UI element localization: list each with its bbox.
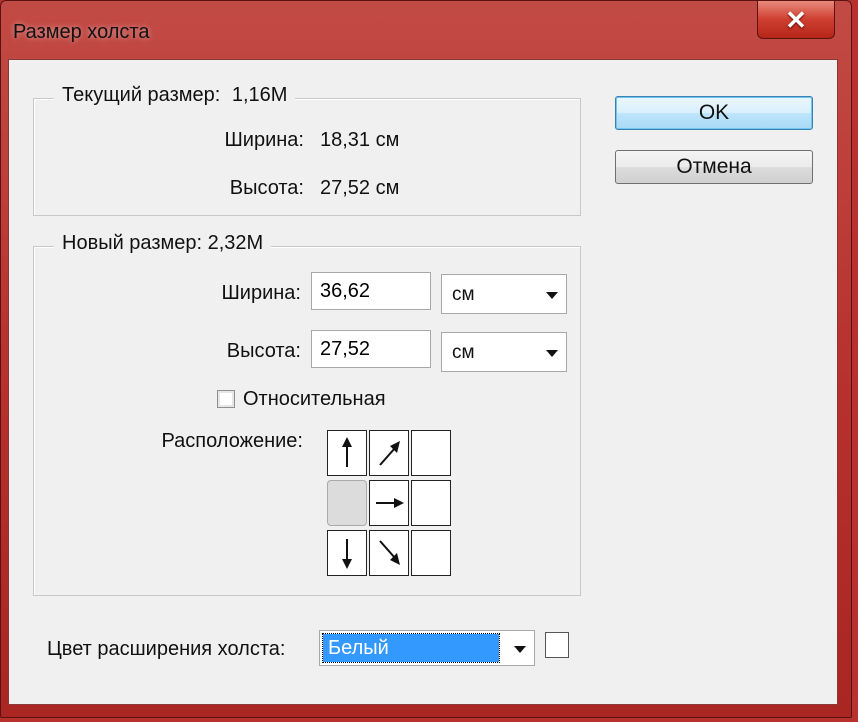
arrow-up-right-icon	[379, 441, 400, 466]
anchor-top-right[interactable]	[411, 430, 451, 476]
anchor-top-center[interactable]	[369, 430, 409, 476]
current-size-legend: Текущий размер: 1,16M	[54, 84, 296, 107]
new-height-label: Высота:	[226, 340, 301, 362]
current-height-value: 27,52 см	[320, 177, 400, 199]
arrow-right-icon	[376, 498, 404, 508]
extension-color-select[interactable]: Белый	[319, 630, 535, 666]
relative-label[interactable]: Относительная	[243, 388, 386, 411]
new-width-label: Ширина:	[221, 282, 301, 304]
current-width-label: Ширина:	[224, 129, 304, 151]
current-size-group: Текущий размер: 1,16M Ширина: 18,31 см В…	[33, 84, 581, 216]
dialog-title: Размер холста	[13, 21, 150, 43]
dialog-body: Текущий размер: 1,16M Ширина: 18,31 см В…	[8, 59, 838, 705]
height-unit-select[interactable]: см	[441, 332, 567, 372]
anchor-label: Расположение:	[161, 430, 303, 452]
close-button[interactable]: ✕	[757, 1, 835, 39]
close-icon: ✕	[785, 4, 807, 35]
canvas-size-dialog: Размер холста ✕ Текущий размер: 1,16M Ши…	[0, 0, 852, 718]
cancel-button[interactable]: Отмена	[615, 150, 813, 184]
anchor-top-left[interactable]	[327, 430, 367, 476]
anchor-bottom-left[interactable]	[327, 530, 367, 576]
arrow-down-right-icon	[379, 540, 400, 565]
chevron-down-icon	[546, 292, 558, 299]
current-size-value: 1,16M	[231, 84, 288, 106]
height-unit-value: см	[452, 342, 475, 363]
anchor-middle-center[interactable]	[369, 480, 409, 526]
extension-color-label: Цвет расширения холста:	[47, 638, 286, 660]
anchor-bottom-center[interactable]	[369, 530, 409, 576]
anchor-grid	[327, 430, 453, 576]
chevron-down-icon	[546, 350, 558, 357]
extension-color-swatch[interactable]	[545, 632, 569, 658]
current-width-value: 18,31 см	[320, 129, 400, 151]
current-height-label: Высота:	[229, 177, 304, 199]
anchor-middle-left[interactable]	[327, 480, 367, 526]
arrow-down-icon	[342, 539, 352, 569]
chevron-down-icon	[514, 646, 526, 653]
ok-button[interactable]: OK	[615, 96, 813, 130]
title-bar[interactable]: Размер холста ✕	[1, 1, 851, 57]
extension-color-value: Белый	[322, 633, 500, 663]
width-unit-select[interactable]: см	[441, 274, 567, 314]
new-height-input[interactable]	[311, 330, 431, 368]
anchor-middle-right[interactable]	[411, 480, 451, 526]
relative-checkbox[interactable]	[217, 390, 235, 408]
width-unit-value: см	[452, 284, 475, 305]
current-size-label: Текущий размер:	[62, 84, 221, 106]
new-width-input[interactable]	[311, 272, 431, 310]
new-size-legend: Новый размер: 2,32M	[54, 232, 272, 255]
arrow-up-icon	[342, 437, 352, 467]
anchor-bottom-right[interactable]	[411, 530, 451, 576]
